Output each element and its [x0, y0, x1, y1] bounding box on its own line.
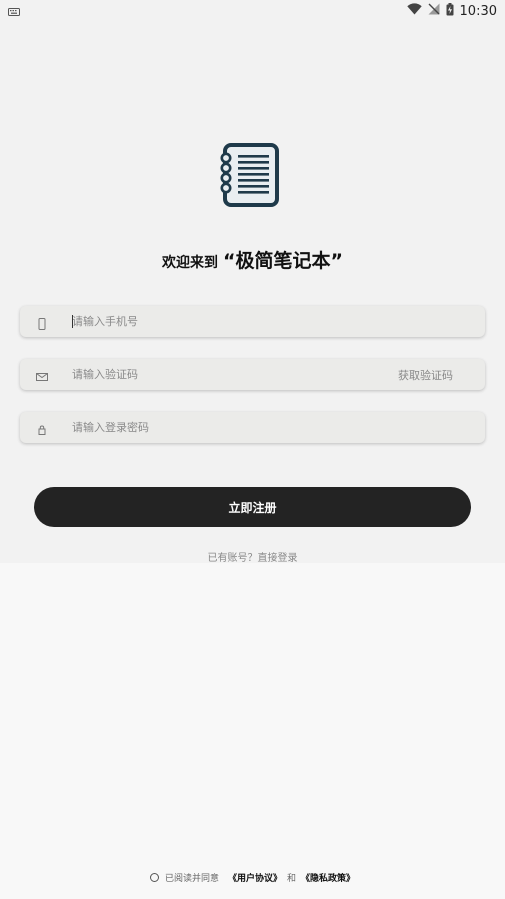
keyboard-icon — [8, 5, 20, 20]
welcome-prefix: 欢迎来到 — [161, 255, 218, 271]
status-icons: 10:30 — [406, 2, 497, 20]
text-cursor — [72, 315, 73, 328]
agreement-row: 已阅读并同意 《用户协议》 和 《隐私政策》 — [0, 871, 505, 884]
mail-icon — [36, 368, 48, 381]
battery-charging-icon — [446, 2, 454, 20]
agree-radio[interactable] — [149, 873, 159, 882]
login-link[interactable]: 已有账号？直接登录 — [0, 549, 505, 564]
get-code-button[interactable]: 获取验证码 — [398, 367, 453, 383]
user-agreement-link[interactable]: 《用户协议》 — [228, 871, 282, 884]
password-field[interactable] — [20, 412, 485, 443]
phone-field[interactable] — [20, 306, 485, 337]
code-input[interactable] — [72, 359, 392, 390]
agreement-prefix: 已阅读并同意 — [164, 874, 219, 884]
code-field[interactable]: 获取验证码 — [20, 359, 485, 390]
password-input[interactable] — [72, 412, 392, 443]
app-name: “极简笔记本” — [223, 250, 344, 272]
privacy-policy-link[interactable]: 《隐私政策》 — [301, 871, 355, 884]
agreement-and: 和 — [287, 874, 297, 884]
status-time: 10:30 — [459, 3, 497, 19]
register-button[interactable]: 立即注册 — [34, 487, 471, 527]
lock-icon — [36, 421, 48, 435]
notebook-icon — [220, 142, 280, 208]
top-panel — [0, 0, 505, 563]
register-screen: 10:30 欢迎来到 “极简笔记本” 请输入手机号 请输入验证码 获取验证码 立… — [0, 0, 505, 899]
wifi-icon — [406, 3, 422, 19]
phone-icon — [36, 315, 48, 330]
no-signal-icon — [428, 3, 440, 19]
welcome-title: 欢迎来到 “极简笔记本” — [0, 246, 505, 273]
phone-input[interactable] — [72, 306, 392, 337]
status-bar: 10:30 — [0, 0, 505, 22]
